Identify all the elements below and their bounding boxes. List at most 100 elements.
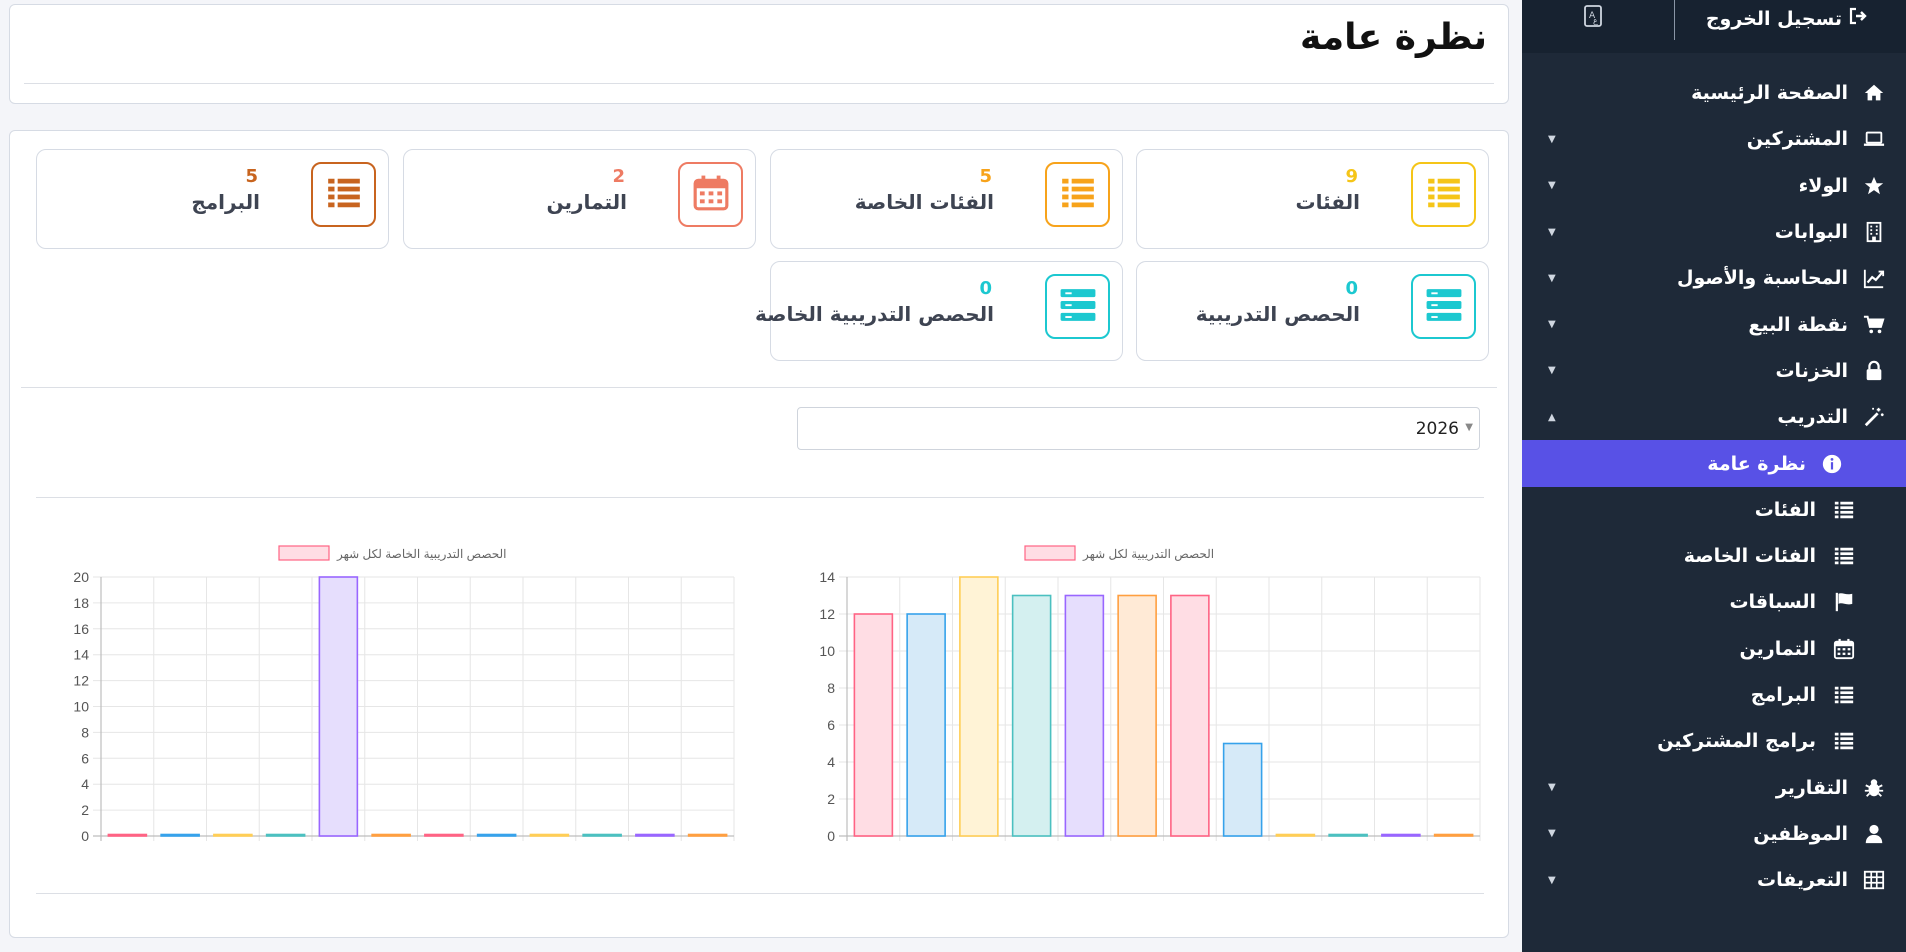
logout-button[interactable]: تسجيل الخروج	[1706, 6, 1868, 31]
bar-may[interactable]	[318, 576, 359, 837]
sidebar-item-10[interactable]: الفئات الخاصة	[1522, 533, 1906, 579]
stat-label: الفئات	[1295, 190, 1360, 214]
sidebar-item-label: التمارين	[1739, 637, 1816, 660]
stat-card-4[interactable]: 0 الحصص التدريبية	[1136, 261, 1489, 361]
stats-divider	[21, 387, 1497, 388]
y-tick-label: 12	[73, 673, 89, 689]
sidebar-item-4[interactable]: المحاسبة والأصول ▼	[1522, 255, 1906, 301]
page-header-card: نظرة عامة	[9, 4, 1509, 104]
logout-label: تسجيل الخروج	[1705, 7, 1842, 30]
calendar-icon	[692, 174, 730, 216]
stat-label: الفئات الخاصة	[854, 190, 994, 214]
bar-feb[interactable]	[160, 833, 200, 837]
stat-card-2[interactable]: 2 التمارين	[403, 149, 756, 249]
bar-nov[interactable]	[1381, 833, 1421, 837]
stat-label: التمارين	[546, 190, 627, 214]
sidebar-item-13[interactable]: البرامج	[1522, 672, 1906, 718]
stat-label: الحصص التدريبية الخاصة	[754, 302, 994, 326]
sidebar-item-7[interactable]: التدريب ▲	[1522, 394, 1906, 440]
sidebar-item-12[interactable]: التمارين	[1522, 626, 1906, 672]
legend-label: الحصص التدريبية الخاصة لكل شهر	[336, 547, 507, 561]
stat-card-5[interactable]: 0 الحصص التدريبية الخاصة	[755, 261, 1123, 361]
sidebar-item-label: برامج المشتركين	[1657, 730, 1816, 753]
bar-nov[interactable]	[635, 833, 675, 837]
legend-swatch[interactable]	[1024, 545, 1076, 561]
sidebar-item-label: السباقات	[1729, 591, 1816, 614]
sidebar-item-9[interactable]: الفئات	[1522, 487, 1906, 533]
y-tick-label: 2	[81, 802, 89, 818]
sidebar-item-2[interactable]: الولاء ▼	[1522, 163, 1906, 209]
stat-card-0[interactable]: 9 الفئات	[1136, 149, 1489, 249]
bar-jul[interactable]	[1170, 594, 1210, 837]
bar-sep[interactable]	[529, 833, 570, 837]
title-divider	[24, 83, 1494, 84]
sidebar-item-label: نقطة البيع	[1748, 313, 1848, 336]
sidebar-item-1[interactable]: المشتركين ▼	[1522, 116, 1906, 162]
bar-jan[interactable]	[107, 833, 148, 837]
caret-icon: ▼	[1548, 272, 1556, 284]
bar-mar[interactable]	[959, 576, 999, 837]
flag-icon	[1832, 590, 1856, 614]
sidebar-item-15[interactable]: التقارير ▼	[1522, 764, 1906, 810]
sidebar-item-16[interactable]: الموظفين ▼	[1522, 811, 1906, 857]
sidebar-item-0[interactable]: الصفحة الرئيسية	[1522, 70, 1906, 116]
y-tick-label: 4	[827, 754, 835, 770]
stat-value: 5	[245, 166, 258, 187]
bar-sep[interactable]	[1275, 833, 1316, 837]
user-icon	[1862, 822, 1886, 846]
stat-badge	[1045, 274, 1110, 339]
legend-swatch[interactable]	[278, 545, 330, 561]
sidebar-item-14[interactable]: برامج المشتركين	[1522, 718, 1906, 764]
svg-text:ع: ع	[1593, 16, 1598, 25]
bar-jun[interactable]	[1117, 594, 1157, 837]
bar-mar[interactable]	[213, 833, 253, 837]
sidebar-item-label: التقارير	[1775, 776, 1848, 799]
sidebar-item-3[interactable]: البوابات ▼	[1522, 209, 1906, 255]
sidebar-item-6[interactable]: الخزنات ▼	[1522, 348, 1906, 394]
stat-label: الحصص التدريبية	[1195, 302, 1360, 326]
bar-jan[interactable]	[853, 613, 894, 837]
year-select[interactable]: 2026 ▼	[797, 407, 1480, 450]
bar-dec[interactable]	[687, 833, 728, 837]
list-icon	[1059, 174, 1097, 216]
sidebar-item-label: المشتركين	[1746, 128, 1848, 151]
bar-oct[interactable]	[1328, 833, 1368, 837]
sidebar-item-8[interactable]: نظرة عامة	[1522, 440, 1906, 487]
list-icon	[325, 174, 363, 216]
bar-may[interactable]	[1064, 594, 1105, 837]
stat-value: 2	[612, 166, 625, 187]
list-icon	[1832, 498, 1856, 522]
sidebar-item-label: الصفحة الرئيسية	[1691, 82, 1848, 105]
bar-oct[interactable]	[582, 833, 622, 837]
sidebar-item-label: الموظفين	[1753, 822, 1848, 845]
list-icon	[1832, 729, 1856, 753]
stat-card-3[interactable]: 5 البرامج	[36, 149, 389, 249]
bar-apr[interactable]	[1011, 594, 1052, 837]
bar-aug[interactable]	[1222, 742, 1263, 837]
sidebar-item-label: التعريفات	[1757, 869, 1848, 892]
bar-apr[interactable]	[265, 833, 306, 837]
language-icon[interactable]: Aع	[1582, 4, 1606, 28]
stat-badge	[1411, 274, 1476, 339]
server-icon	[1425, 286, 1463, 328]
stat-badge	[311, 162, 376, 227]
bottom-divider	[36, 893, 1484, 894]
y-tick-label: 8	[827, 680, 835, 696]
bar-jun[interactable]	[371, 833, 411, 837]
stat-badge	[1411, 162, 1476, 227]
stat-value: 0	[979, 278, 992, 299]
sidebar-item-5[interactable]: نقطة البيع ▼	[1522, 301, 1906, 347]
bar-dec[interactable]	[1433, 833, 1474, 837]
info-icon	[1820, 452, 1844, 476]
sidebar-item-11[interactable]: السباقات	[1522, 579, 1906, 625]
bar-feb[interactable]	[906, 613, 946, 837]
bar-aug[interactable]	[476, 833, 517, 837]
calendar-icon	[1832, 637, 1856, 661]
stat-card-1[interactable]: 5 الفئات الخاصة	[770, 149, 1123, 249]
sidebar-item-label: الخزنات	[1775, 359, 1848, 382]
list-icon	[1425, 174, 1463, 216]
caret-icon: ▼	[1548, 828, 1556, 840]
building-icon	[1862, 220, 1886, 244]
bar-jul[interactable]	[424, 833, 464, 837]
sidebar-item-17[interactable]: التعريفات ▼	[1522, 857, 1906, 903]
